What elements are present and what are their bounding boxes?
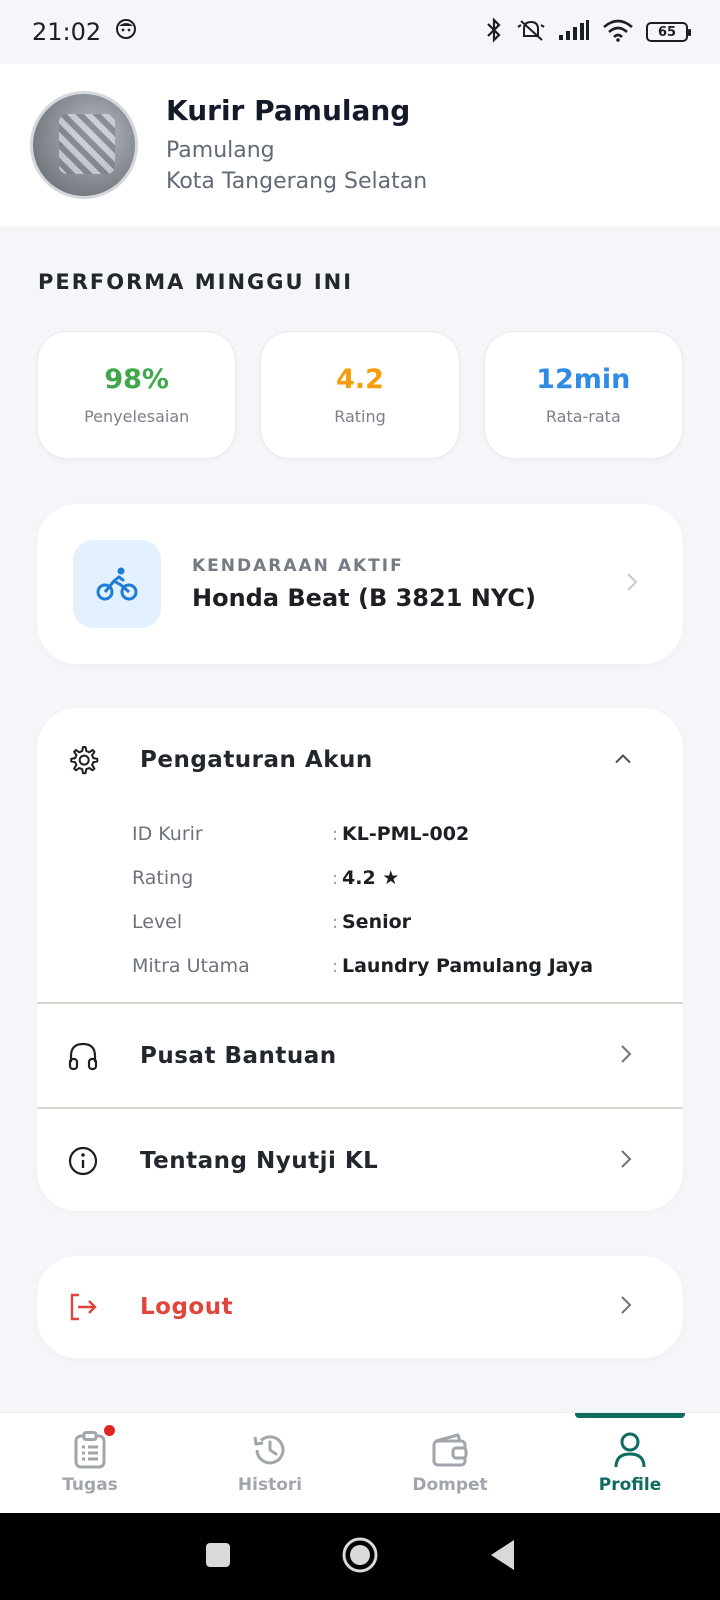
history-icon (251, 1431, 289, 1469)
notification-face-icon (115, 18, 137, 46)
system-navigation-bar (0, 1513, 720, 1600)
help-center-row[interactable]: Pusat Bantuan (37, 1004, 683, 1107)
stat-card-rating: 4.2 Rating (260, 331, 460, 459)
wallet-icon (431, 1431, 469, 1469)
status-left: 21:02 (32, 18, 137, 46)
notification-badge (102, 1423, 117, 1438)
vehicle-name: Honda Beat (B 3821 NYC) (192, 584, 536, 612)
nav-tugas[interactable]: Tugas (0, 1413, 180, 1513)
detail-colon: : (332, 955, 339, 977)
detail-key: Level (132, 911, 183, 933)
stat-card-average: 12min Rata-rata (483, 331, 683, 459)
bluetooth-icon (484, 17, 504, 47)
nav-histori[interactable]: Histori (180, 1413, 360, 1513)
profile-info: Kurir Pamulang Pamulang Kota Tangerang S… (166, 94, 427, 197)
account-settings-row[interactable]: Pengaturan Akun (37, 708, 683, 812)
status-time: 21:02 (32, 18, 102, 46)
vehicle-label: KENDARAAN AKTIF (192, 556, 404, 576)
detail-value: 4.2 ★ (342, 867, 400, 889)
stat-value: 12min (536, 364, 631, 395)
home-button[interactable] (341, 1536, 379, 1578)
battery-indicator: 65 (646, 22, 691, 42)
nav-label: Profile (598, 1475, 662, 1495)
chevron-up-icon (613, 751, 633, 770)
account-details: ID Kurir : KL-PML-002 Rating : 4.2 ★ Lev… (37, 812, 683, 988)
clipboard-icon (71, 1423, 117, 1469)
detail-value: Senior (342, 911, 412, 933)
detail-value: KL-PML-002 (342, 823, 470, 845)
detail-colon: : (332, 911, 339, 933)
bottom-nav: Tugas Histori Dompet Profile (0, 1412, 720, 1513)
chevron-right-icon (619, 1294, 633, 1320)
nav-profile[interactable]: Profile (540, 1413, 720, 1513)
wifi-icon (602, 18, 634, 46)
stat-value: 98% (104, 364, 169, 395)
detail-key: ID Kurir (132, 823, 203, 845)
active-vehicle-card[interactable]: KENDARAAN AKTIF Honda Beat (B 3821 NYC) (37, 504, 683, 664)
mute-bell-icon (516, 17, 546, 47)
chevron-right-icon (625, 571, 639, 597)
about-label: Tentang Nyutji KL (140, 1147, 379, 1174)
detail-key: Mitra Utama (132, 955, 250, 977)
recent-apps-button[interactable] (204, 1541, 232, 1573)
stat-label: Rata-rata (545, 407, 621, 426)
logout-button[interactable]: Logout (37, 1256, 683, 1358)
about-row[interactable]: Tentang Nyutji KL (37, 1109, 683, 1211)
back-button[interactable] (488, 1538, 516, 1576)
nav-dompet[interactable]: Dompet (360, 1413, 540, 1513)
avatar[interactable] (30, 91, 138, 199)
active-tab-indicator (575, 1413, 685, 1418)
profile-header: Kurir Pamulang Pamulang Kota Tangerang S… (0, 64, 720, 226)
stat-label: Rating (334, 407, 386, 426)
user-icon (611, 1431, 649, 1469)
status-bar: 21:02 65 (0, 0, 720, 64)
detail-colon: : (332, 823, 339, 845)
status-right: 65 (484, 17, 691, 47)
vehicle-text: KENDARAAN AKTIF Honda Beat (B 3821 NYC) (192, 556, 536, 612)
stat-label: Penyelesaian (84, 407, 190, 426)
info-icon (67, 1145, 99, 1177)
logout-icon (67, 1291, 99, 1323)
nav-label: Tugas (62, 1475, 118, 1495)
profile-city: Kota Tangerang Selatan (166, 168, 428, 194)
detail-row: ID Kurir : KL-PML-002 (132, 812, 683, 856)
detail-row: Rating : 4.2 ★ (132, 856, 683, 900)
help-center-label: Pusat Bantuan (140, 1042, 337, 1069)
logout-label: Logout (140, 1294, 234, 1320)
detail-row: Level : Senior (132, 900, 683, 944)
performance-title: PERFORMA MINGGU INI (38, 270, 354, 294)
performance-stats: 98% Penyelesaian 4.2 Rating 12min Rata-r… (37, 331, 683, 459)
stat-value: 4.2 (336, 364, 384, 395)
gear-icon (67, 744, 99, 776)
detail-colon: : (332, 867, 339, 889)
stat-card-completion: 98% Penyelesaian (37, 331, 237, 459)
chevron-right-icon (619, 1043, 633, 1069)
detail-row: Mitra Utama : Laundry Pamulang Jaya (132, 944, 683, 988)
account-settings-label: Pengaturan Akun (140, 747, 373, 773)
nav-label: Histori (237, 1475, 303, 1495)
chevron-right-icon (619, 1148, 633, 1174)
detail-key: Rating (132, 867, 194, 889)
signal-icon (558, 19, 590, 45)
vehicle-icon-box (73, 540, 161, 628)
nav-label: Dompet (412, 1475, 488, 1495)
profile-name: Kurir Pamulang (166, 93, 411, 127)
bike-icon (96, 567, 138, 601)
detail-value: Laundry Pamulang Jaya (342, 955, 594, 977)
settings-card: Pengaturan Akun ID Kurir : KL-PML-002 Ra… (37, 708, 683, 1211)
profile-area: Pamulang (166, 137, 275, 163)
headphones-icon (67, 1040, 99, 1072)
